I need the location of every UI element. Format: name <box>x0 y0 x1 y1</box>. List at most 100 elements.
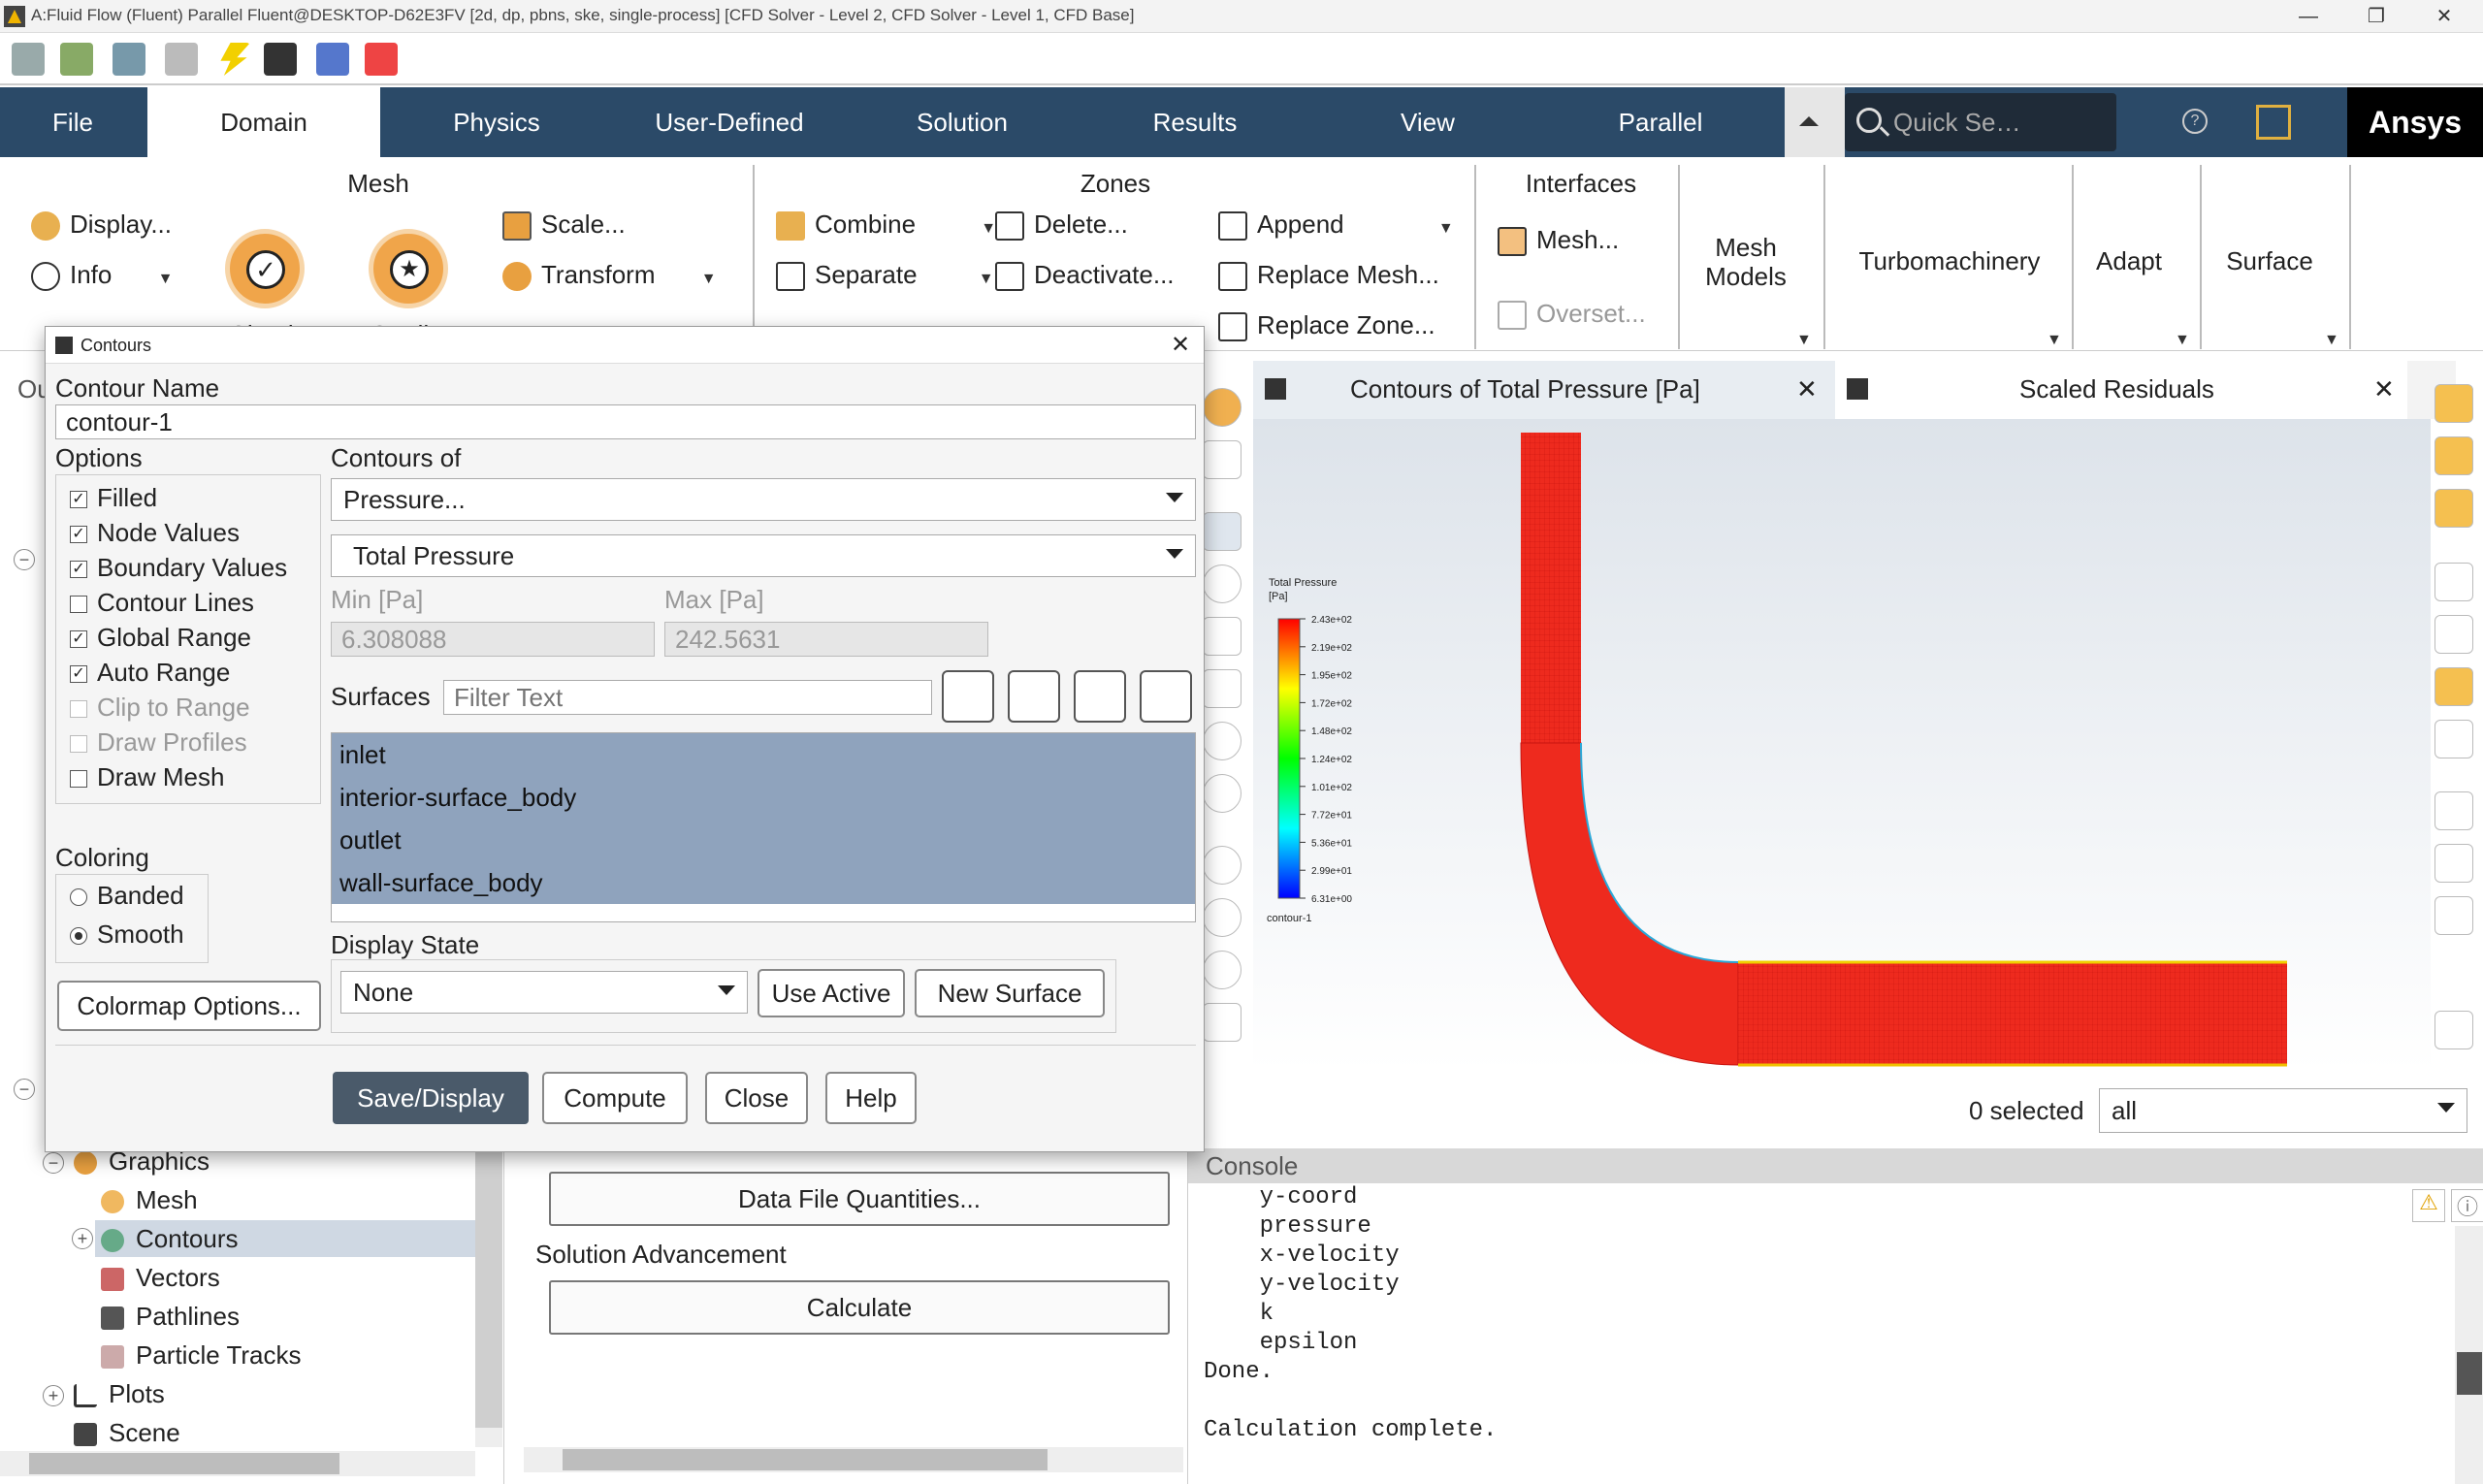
colormap-icon[interactable] <box>2435 489 2473 528</box>
surface-list-item[interactable]: inlet <box>332 733 1195 776</box>
tab-parallel[interactable]: Parallel <box>1544 87 1777 157</box>
close-tab-icon[interactable]: ✕ <box>1796 374 1818 404</box>
save-data-icon[interactable] <box>113 43 145 76</box>
deactivate-zones-button[interactable]: Deactivate... <box>995 260 1175 292</box>
surfaces-filter-input[interactable] <box>443 680 932 715</box>
hide-eye-icon[interactable] <box>2435 615 2473 654</box>
view-eye-icon[interactable] <box>2435 563 2473 601</box>
tab-domain[interactable]: Domain <box>147 87 380 157</box>
pan-icon[interactable] <box>1203 617 1242 656</box>
max-value-field[interactable]: 242.5631 <box>664 622 988 657</box>
replace-zone-button[interactable]: Replace Zone... <box>1218 310 1435 342</box>
info-filter-icon[interactable]: ⓘ <box>2451 1189 2483 1222</box>
tab-results[interactable]: Results <box>1079 87 1311 157</box>
ruler-icon[interactable] <box>2435 844 2473 883</box>
rotate-icon[interactable] <box>1203 565 1242 603</box>
scale-mesh-button[interactable]: Scale... <box>502 210 626 242</box>
axes-icon[interactable] <box>1203 1003 1242 1042</box>
zoom-box-icon[interactable] <box>1203 846 1242 885</box>
check-mesh-icon[interactable]: ✓ <box>225 229 305 308</box>
copy-icon[interactable] <box>2435 1011 2473 1049</box>
lightning-icon[interactable] <box>220 43 250 76</box>
warning-icon[interactable]: ⚠ <box>2412 1189 2445 1222</box>
zoom-in-icon[interactable] <box>1203 669 1242 708</box>
tab-file[interactable]: File <box>0 87 145 157</box>
tab-solution[interactable]: Solution <box>846 87 1079 157</box>
parallel-transfer-icon[interactable] <box>316 43 349 76</box>
calculate-button[interactable]: Calculate <box>549 1280 1170 1335</box>
close-button[interactable]: Close <box>705 1072 808 1124</box>
tree-item-scene[interactable]: Scene <box>74 1418 180 1448</box>
dialog-close-icon[interactable]: ✕ <box>1171 327 1190 364</box>
workbench-icon[interactable] <box>264 43 297 76</box>
tree-hscrollbar[interactable] <box>0 1451 475 1476</box>
list-options-icon[interactable] <box>1008 670 1060 723</box>
replace-mesh-button[interactable]: Replace Mesh... <box>1218 260 1439 292</box>
minimize-button[interactable]: — <box>2279 2 2338 31</box>
turbomachinery-group[interactable]: Turbomachinery <box>1833 246 2066 276</box>
console-scrollbar[interactable] <box>2455 1226 2483 1484</box>
zoom-fit-icon[interactable] <box>1203 951 1242 989</box>
data-file-quantities-button[interactable]: Data File Quantities... <box>549 1172 1170 1226</box>
surface-list-item[interactable]: outlet <box>332 819 1195 861</box>
tree-item-pathlines[interactable]: Pathlines <box>101 1302 240 1332</box>
tree-scrollbar[interactable] <box>475 1146 502 1447</box>
min-value-field[interactable]: 6.308088 <box>331 622 655 657</box>
layout-menu-icon[interactable] <box>2256 105 2291 140</box>
tree-expander[interactable]: − <box>14 549 35 570</box>
tree-item-vectors[interactable]: Vectors <box>101 1263 220 1293</box>
tree-item-mesh[interactable]: Mesh <box>101 1185 198 1215</box>
tab-view[interactable]: View <box>1311 87 1544 157</box>
tree-item-plots[interactable]: Plots <box>74 1379 165 1409</box>
scene-icon[interactable] <box>2435 667 2473 706</box>
fit-icon[interactable] <box>1203 440 1242 479</box>
close-window-button[interactable]: ✕ <box>2415 2 2473 31</box>
new-surface-button[interactable]: New Surface <box>915 969 1105 1017</box>
help-button[interactable]: Help <box>825 1072 917 1124</box>
contours-subfield-dropdown[interactable]: Total Pressure <box>331 534 1196 577</box>
tree-expander[interactable]: − <box>14 1079 35 1100</box>
zoom-out-icon[interactable] <box>1203 898 1242 937</box>
surface-list-item[interactable]: wall-surface_body <box>332 861 1195 904</box>
colormap-options-button[interactable]: Colormap Options... <box>57 981 321 1031</box>
notes-icon[interactable] <box>2435 896 2473 935</box>
refresh-icon[interactable] <box>165 43 198 76</box>
display-mesh-button[interactable]: Display... <box>31 210 172 242</box>
contours-of-dropdown[interactable]: Pressure... <box>331 478 1196 521</box>
task-hscrollbar[interactable] <box>524 1447 1183 1472</box>
tree-item-particle-tracks[interactable]: Particle Tracks <box>101 1340 302 1371</box>
deselect-all-icon[interactable] <box>1140 670 1192 723</box>
tab-user-defined[interactable]: User-Defined <box>613 87 846 157</box>
annotate-icon[interactable] <box>2435 720 2473 758</box>
plot-axes-icon[interactable] <box>2435 791 2473 830</box>
display-options-icon[interactable] <box>2435 384 2473 423</box>
use-active-button[interactable]: Use Active <box>758 969 905 1017</box>
graphics-viewport[interactable]: 2.43e+02 2.19e+02 1.95e+02 1.72e+02 1.48e+02… <box>1253 419 2431 1071</box>
tree-expander[interactable]: + <box>43 1385 64 1406</box>
adapt-group[interactable]: Adapt <box>2076 246 2182 276</box>
combine-zones-button[interactable]: Combine ▼ <box>776 210 996 242</box>
delete-zones-button[interactable]: Delete... <box>995 210 1128 242</box>
quality-mesh-icon[interactable]: ★ <box>369 229 448 308</box>
tab-physics[interactable]: Physics <box>380 87 613 157</box>
tab-contours-total-pressure[interactable]: Contours of Total Pressure [Pa] ✕ <box>1253 361 1835 419</box>
mesh-info-button[interactable]: Info ▼ <box>31 260 173 292</box>
selection-filter-dropdown[interactable]: all <box>2099 1088 2467 1133</box>
read-case-icon[interactable] <box>12 43 45 76</box>
zoom-icon[interactable] <box>1203 722 1242 760</box>
select-all-icon[interactable] <box>1074 670 1126 723</box>
compute-button[interactable]: Compute <box>542 1072 688 1124</box>
probe-info-icon[interactable] <box>1203 774 1242 813</box>
close-tab-icon[interactable]: ✕ <box>2373 374 2395 404</box>
mesh-models-group[interactable]: Mesh Models <box>1688 233 1804 291</box>
contour-name-input[interactable] <box>55 404 1196 439</box>
quick-search-input[interactable]: Quick Se… <box>1845 93 2116 151</box>
lights-icon[interactable] <box>2435 436 2473 475</box>
tab-scaled-residuals[interactable]: Scaled Residuals ✕ <box>1835 361 2407 419</box>
filter-list-icon[interactable] <box>942 670 994 723</box>
save-display-button[interactable]: Save/Display <box>333 1072 529 1124</box>
transform-mesh-button[interactable]: Transform ▼ <box>502 260 717 292</box>
overset-button[interactable]: Overset... <box>1498 299 1646 331</box>
ribbon-collapse-button[interactable] <box>1785 87 1833 157</box>
append-button[interactable]: Append ▼ <box>1218 210 1454 242</box>
